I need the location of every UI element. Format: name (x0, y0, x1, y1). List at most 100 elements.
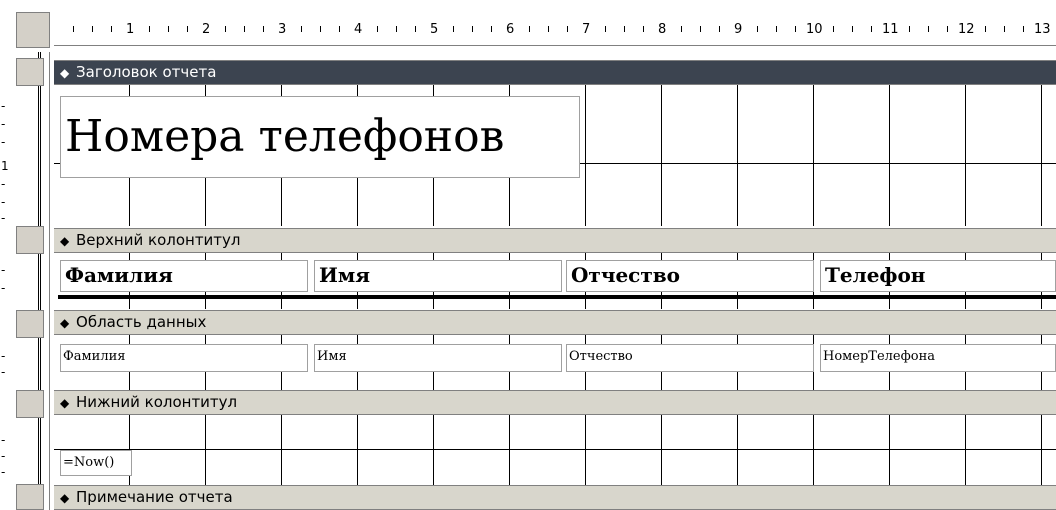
ruler-tick (92, 26, 93, 32)
ruler-number: 13 (1034, 22, 1051, 37)
ruler-tick (776, 26, 777, 32)
field-patronymic[interactable]: Отчество (566, 344, 814, 372)
ruler-number: 3 (278, 22, 287, 37)
ruler-tick (795, 26, 796, 32)
ruler-tick (301, 26, 302, 32)
section-marker-icon: ◆ (60, 491, 70, 505)
page-footer-label: Нижний колонтитул (76, 393, 238, 411)
ruler-corner[interactable] (16, 12, 50, 48)
report-header-selector[interactable] (16, 58, 44, 86)
ruler-tick (187, 26, 188, 32)
ruler-number: 5 (430, 22, 439, 37)
label-patronymic[interactable]: Отчество (566, 260, 814, 292)
ruler-tick (871, 26, 872, 32)
ruler-tick (263, 26, 264, 32)
ruler-tick (909, 26, 910, 32)
date-expression-textbox[interactable]: =Now() (60, 450, 132, 476)
page-footer-selector[interactable] (16, 390, 44, 418)
ruler-tick (339, 26, 340, 32)
ruler-number: 10 (806, 22, 823, 37)
report-header-band[interactable]: ◆ Заголовок отчета (54, 60, 1056, 85)
vruler-mark: - (1, 349, 6, 363)
ruler-tick (320, 26, 321, 32)
ruler-number: 6 (506, 22, 515, 37)
vruler-mark: - (1, 135, 6, 149)
ruler-tick (605, 26, 606, 32)
ruler-tick (833, 26, 834, 32)
field-phone-number[interactable]: НомерТелефона (820, 344, 1056, 372)
report-header-label: Заголовок отчета (76, 63, 217, 81)
ruler-tick (624, 26, 625, 32)
vruler-mark: - (1, 99, 6, 113)
label-last-name[interactable]: Фамилия (60, 260, 308, 292)
report-footer-label: Примечание отчета (76, 488, 233, 506)
ruler-tick (149, 26, 150, 32)
ruler-tick (1004, 26, 1005, 32)
report-title-textbox[interactable]: Номера телефонов (60, 96, 580, 178)
label-phone[interactable]: Телефон (820, 260, 1056, 292)
field-first-name[interactable]: Имя (314, 344, 562, 372)
ruler-number: 8 (658, 22, 667, 37)
vruler-mark-1: 1 (1, 159, 9, 173)
ruler-tick (985, 26, 986, 32)
ruler-tick (73, 26, 74, 32)
ruler-tick (491, 26, 492, 32)
grid-line (54, 449, 1056, 450)
section-marker-icon: ◆ (60, 316, 70, 330)
ruler-number: 9 (734, 22, 743, 37)
detail-label: Область данных (76, 313, 207, 331)
vruler-mark: - (1, 195, 6, 209)
horizontal-ruler[interactable]: 1 2 3 4 5 6 7 8 9 10 11 12 13 (54, 16, 1056, 46)
vertical-ruler[interactable] (16, 52, 50, 510)
ruler-tick (947, 26, 948, 32)
ruler-tick (225, 26, 226, 32)
ruler-tick (700, 26, 701, 32)
section-marker-icon: ◆ (60, 66, 70, 80)
ruler-tick (396, 26, 397, 32)
ruler-number: 11 (882, 22, 899, 37)
page-footer-band[interactable]: ◆ Нижний колонтитул (54, 390, 1056, 415)
ruler-tick (1023, 26, 1024, 32)
vruler-mark: - (1, 117, 6, 131)
vruler-mark: - (1, 177, 6, 191)
page-header-label: Верхний колонтитул (76, 231, 241, 249)
vruler-mark: - (1, 211, 6, 225)
ruler-tick (643, 26, 644, 32)
page-footer-area[interactable] (54, 415, 1056, 485)
ruler-tick (244, 26, 245, 32)
ruler-number: 1 (126, 22, 135, 37)
field-last-name[interactable]: Фамилия (60, 344, 308, 372)
ruler-tick (529, 26, 530, 32)
ruler-tick (548, 26, 549, 32)
vruler-mark: - (1, 281, 6, 295)
ruler-tick (453, 26, 454, 32)
ruler-tick (719, 26, 720, 32)
detail-selector[interactable] (16, 310, 44, 338)
ruler-number: 2 (202, 22, 211, 37)
report-footer-selector[interactable] (16, 484, 44, 510)
section-marker-icon: ◆ (60, 396, 70, 410)
page-header-band[interactable]: ◆ Верхний колонтитул (54, 228, 1056, 253)
ruler-tick (415, 26, 416, 32)
report-footer-band[interactable]: ◆ Примечание отчета (54, 485, 1056, 510)
vruler-mark: - (1, 465, 6, 479)
page-header-selector[interactable] (16, 226, 44, 254)
ruler-tick (757, 26, 758, 32)
ruler-tick (472, 26, 473, 32)
label-first-name[interactable]: Имя (314, 260, 562, 292)
ruler-tick (377, 26, 378, 32)
ruler-number: 4 (354, 22, 363, 37)
ruler-tick (681, 26, 682, 32)
vruler-mark: - (1, 433, 6, 447)
ruler-number: 7 (582, 22, 591, 37)
ruler-tick (168, 26, 169, 32)
ruler-tick (852, 26, 853, 32)
ruler-tick (567, 26, 568, 32)
header-underline[interactable] (58, 295, 1056, 299)
section-marker-icon: ◆ (60, 234, 70, 248)
detail-band[interactable]: ◆ Область данных (54, 310, 1056, 335)
ruler-divider (38, 52, 44, 510)
vruler-mark: - (1, 365, 6, 379)
ruler-tick (111, 26, 112, 32)
vruler-mark: - (1, 263, 6, 277)
